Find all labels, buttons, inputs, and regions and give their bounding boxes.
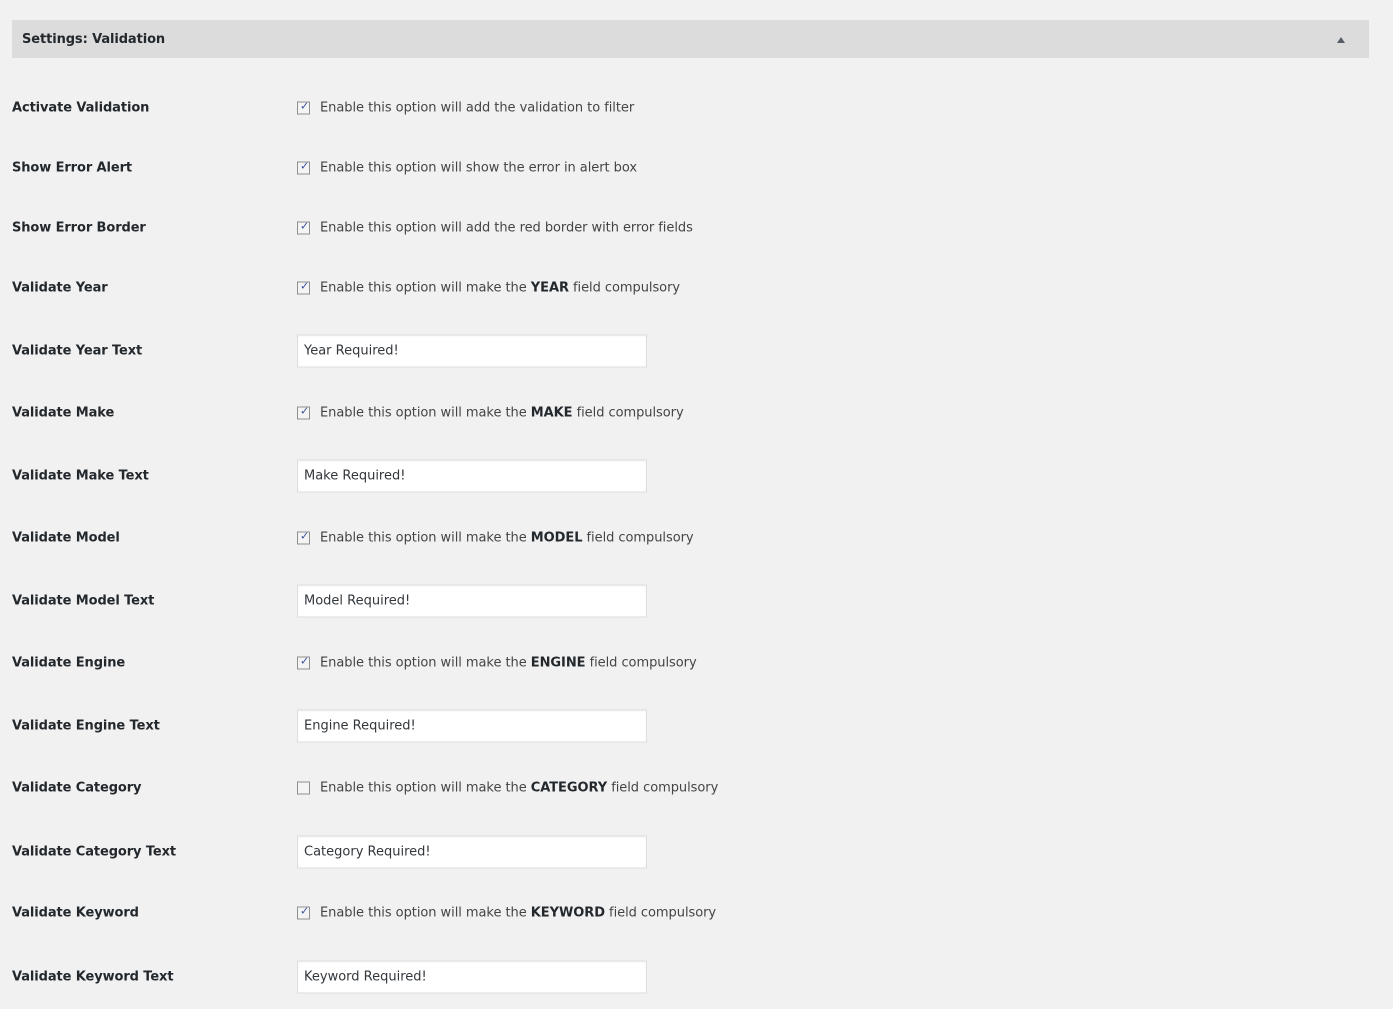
triangle-up-icon[interactable] [1337, 37, 1345, 43]
setting-description[interactable]: Enable this option will make the YEAR fi… [320, 281, 680, 296]
setting-row-show-error-alert: Show Error Alert ✓ Enable this option wi… [0, 148, 1393, 188]
setting-description[interactable]: Enable this option will show the error i… [320, 161, 637, 176]
show-error-border-checkbox[interactable]: ✓ [297, 219, 310, 235]
check-icon: ✓ [300, 529, 310, 543]
setting-row-validate-year-text: Validate Year Text [0, 331, 1393, 371]
validate-engine-text-input[interactable] [297, 709, 647, 743]
validate-year-text-input[interactable] [297, 334, 647, 368]
setting-row-validate-engine: Validate Engine ✓ Enable this option wil… [0, 643, 1393, 683]
setting-description[interactable]: Enable this option will add the red bord… [320, 221, 693, 236]
setting-row-validate-category: Validate Category ✓ Enable this option w… [0, 768, 1393, 808]
setting-label: Validate Category Text [12, 844, 177, 860]
settings-panel-header[interactable]: Settings: Validation [12, 20, 1369, 58]
setting-description[interactable]: Enable this option will make the MAKE fi… [320, 406, 684, 421]
validate-model-text-input[interactable] [297, 584, 647, 618]
check-icon: ✓ [300, 279, 310, 293]
check-icon: ✓ [300, 159, 310, 173]
setting-row-validate-make-text: Validate Make Text [0, 456, 1393, 496]
setting-row-validate-keyword: Validate Keyword ✓ Enable this option wi… [0, 893, 1393, 933]
check-icon: ✓ [300, 404, 310, 418]
validate-engine-checkbox[interactable]: ✓ [297, 654, 310, 670]
setting-description[interactable]: Enable this option will make the ENGINE … [320, 656, 697, 671]
validate-make-checkbox[interactable]: ✓ [297, 404, 310, 420]
setting-label: Validate Category [12, 780, 142, 796]
setting-label: Validate Engine [12, 655, 126, 671]
validate-make-text-input[interactable] [297, 459, 647, 493]
validate-keyword-checkbox[interactable]: ✓ [297, 904, 310, 920]
panel-title: Settings: Validation [22, 32, 166, 47]
check-icon: ✓ [300, 904, 310, 918]
validate-year-checkbox[interactable]: ✓ [297, 279, 310, 295]
validate-model-checkbox[interactable]: ✓ [297, 529, 310, 545]
setting-label: Activate Validation [12, 100, 150, 116]
setting-description[interactable]: Enable this option will add the validati… [320, 101, 634, 116]
setting-label: Validate Engine Text [12, 718, 160, 734]
setting-row-validate-engine-text: Validate Engine Text [0, 706, 1393, 746]
setting-description[interactable]: Enable this option will make the CATEGOR… [320, 781, 718, 796]
setting-row-validate-category-text: Validate Category Text [0, 832, 1393, 872]
check-icon: ✓ [300, 654, 310, 668]
setting-label: Validate Year Text [12, 343, 143, 359]
activate-validation-checkbox[interactable]: ✓ [297, 99, 310, 115]
setting-label: Validate Make [12, 405, 115, 421]
setting-row-show-error-border: Show Error Border ✓ Enable this option w… [0, 208, 1393, 248]
show-error-alert-checkbox[interactable]: ✓ [297, 159, 310, 175]
setting-label: Validate Keyword [12, 905, 139, 921]
setting-row-validate-make: Validate Make ✓ Enable this option will … [0, 393, 1393, 433]
setting-label: Validate Make Text [12, 468, 149, 484]
validate-category-checkbox[interactable]: ✓ [297, 781, 310, 795]
setting-label: Validate Year [12, 280, 108, 296]
setting-description[interactable]: Enable this option will make the KEYWORD… [320, 906, 716, 921]
validate-category-text-input[interactable] [297, 835, 647, 869]
check-icon: ✓ [300, 219, 310, 233]
setting-label: Show Error Border [12, 220, 146, 236]
validate-keyword-text-input[interactable] [297, 960, 647, 994]
setting-row-validate-keyword-text: Validate Keyword Text [0, 957, 1393, 997]
setting-label: Validate Model Text [12, 593, 155, 609]
check-icon: ✓ [300, 99, 310, 113]
setting-row-validate-model-text: Validate Model Text [0, 581, 1393, 621]
setting-label: Validate Model [12, 530, 120, 546]
setting-label: Show Error Alert [12, 160, 133, 176]
setting-row-validate-year: Validate Year ✓ Enable this option will … [0, 268, 1393, 308]
setting-row-validate-model: Validate Model ✓ Enable this option will… [0, 518, 1393, 558]
setting-description[interactable]: Enable this option will make the MODEL f… [320, 531, 694, 546]
setting-label: Validate Keyword Text [12, 969, 174, 985]
setting-row-activate-validation: Activate Validation ✓ Enable this option… [0, 88, 1393, 128]
